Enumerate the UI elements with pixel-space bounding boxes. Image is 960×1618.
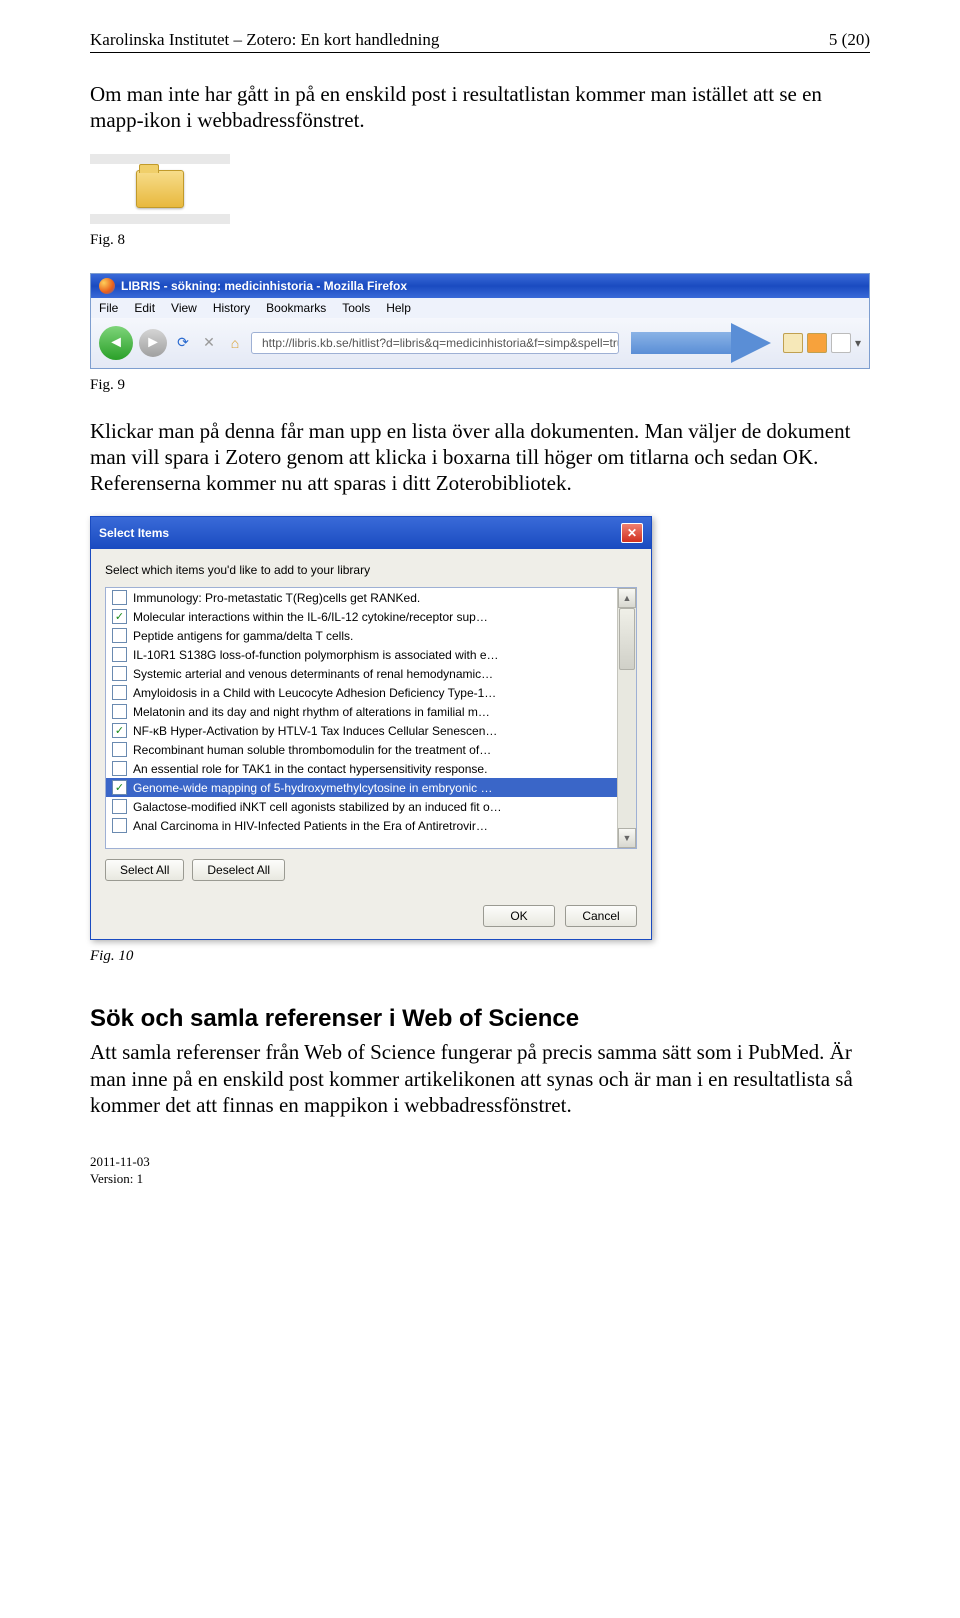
figure-8-graphic	[90, 154, 230, 224]
scroll-thumb[interactable]	[619, 608, 635, 670]
list-item[interactable]: Molecular interactions within the IL-6/I…	[106, 607, 617, 626]
list-item-label: Galactose-modified iNKT cell agonists st…	[133, 800, 502, 814]
list-item-label: Anal Carcinoma in HIV-Infected Patients …	[133, 819, 488, 833]
address-bar-right-icons: ▾	[783, 333, 861, 353]
bookmark-star-icon[interactable]	[831, 333, 851, 353]
checkbox[interactable]	[112, 609, 127, 624]
url-text: http://libris.kb.se/hitlist?d=libris&q=m…	[262, 336, 619, 350]
paragraph-1: Om man inte har gått in på en enskild po…	[90, 81, 870, 134]
checkbox[interactable]	[112, 704, 127, 719]
header-left: Karolinska Institutet – Zotero: En kort …	[90, 30, 439, 50]
stop-icon[interactable]: ✕	[199, 333, 219, 353]
menu-tools[interactable]: Tools	[342, 301, 370, 315]
firefox-titlebar: LIBRIS - sökning: medicinhistoria - Mozi…	[91, 274, 869, 298]
checkbox[interactable]	[112, 761, 127, 776]
list-item[interactable]: Amyloidosis in a Child with Leucocyte Ad…	[106, 683, 617, 702]
list-item-label: Immunology: Pro-metastatic T(Reg)cells g…	[133, 591, 420, 605]
dropdown-caret-icon[interactable]: ▾	[855, 336, 861, 350]
list-item[interactable]: NF-κB Hyper-Activation by HTLV-1 Tax Ind…	[106, 721, 617, 740]
footer-version: Version: 1	[90, 1171, 870, 1188]
checkbox[interactable]	[112, 590, 127, 605]
scroll-down-icon[interactable]: ▼	[618, 828, 636, 848]
address-bar[interactable]: http://libris.kb.se/hitlist?d=libris&q=m…	[251, 332, 619, 354]
figure-8-label: Fig. 8	[90, 232, 870, 249]
list-item-label: An essential role for TAK1 in the contac…	[133, 762, 487, 776]
list-item-label: Amyloidosis in a Child with Leucocyte Ad…	[133, 686, 496, 700]
list-item[interactable]: Peptide antigens for gamma/delta T cells…	[106, 626, 617, 645]
list-item[interactable]: An essential role for TAK1 in the contac…	[106, 759, 617, 778]
dialog-titlebar: Select Items ✕	[91, 517, 651, 549]
list-item-label: Molecular interactions within the IL-6/I…	[133, 610, 488, 624]
firefox-title: LIBRIS - sökning: medicinhistoria - Mozi…	[121, 279, 407, 293]
list-item-label: Recombinant human soluble thrombomodulin…	[133, 743, 491, 757]
header-right: 5 (20)	[829, 30, 870, 50]
cancel-button[interactable]: Cancel	[565, 905, 637, 927]
paragraph-3: Att samla referenser från Web of Science…	[90, 1039, 870, 1118]
close-button[interactable]: ✕	[621, 523, 643, 543]
list-item[interactable]: IL-10R1 S138G loss-of-function polymorph…	[106, 645, 617, 664]
checkbox[interactable]	[112, 647, 127, 662]
checkbox[interactable]	[112, 628, 127, 643]
forward-button[interactable]: ►	[139, 329, 167, 357]
reload-icon[interactable]: ⟳	[173, 333, 193, 353]
page-footer: 2011-11-03 Version: 1	[90, 1154, 870, 1188]
list-item[interactable]: Genome-wide mapping of 5-hydroxymethylcy…	[106, 778, 617, 797]
figure-10-label: Fig. 10	[90, 948, 870, 965]
section-heading: Sök och samla referenser i Web of Scienc…	[90, 1005, 870, 1033]
list-item[interactable]: Recombinant human soluble thrombomodulin…	[106, 740, 617, 759]
scroll-up-icon[interactable]: ▲	[618, 588, 636, 608]
checkbox[interactable]	[112, 723, 127, 738]
menu-view[interactable]: View	[171, 301, 197, 315]
list-item[interactable]: Immunology: Pro-metastatic T(Reg)cells g…	[106, 588, 617, 607]
select-items-dialog: Select Items ✕ Select which items you'd …	[90, 516, 652, 940]
dialog-title: Select Items	[99, 526, 169, 540]
list-item-label: Peptide antigens for gamma/delta T cells…	[133, 629, 353, 643]
list-item[interactable]: Systemic arterial and venous determinant…	[106, 664, 617, 683]
home-icon[interactable]: ⌂	[225, 333, 245, 353]
firefox-toolbar: ◄ ► ⟳ ✕ ⌂ http://libris.kb.se/hitlist?d=…	[91, 318, 869, 368]
firefox-window: LIBRIS - sökning: medicinhistoria - Mozi…	[90, 273, 870, 369]
folder-icon	[136, 170, 184, 208]
list-item-label: NF-κB Hyper-Activation by HTLV-1 Tax Ind…	[133, 724, 497, 738]
list-item-label: IL-10R1 S138G loss-of-function polymorph…	[133, 648, 499, 662]
menu-bookmarks[interactable]: Bookmarks	[266, 301, 326, 315]
checkbox[interactable]	[112, 685, 127, 700]
menu-history[interactable]: History	[213, 301, 250, 315]
select-all-button[interactable]: Select All	[105, 859, 184, 881]
menu-help[interactable]: Help	[386, 301, 411, 315]
page-header: Karolinska Institutet – Zotero: En kort …	[90, 30, 870, 53]
paragraph-2: Klickar man på denna får man upp en list…	[90, 418, 870, 497]
list-item[interactable]: Anal Carcinoma in HIV-Infected Patients …	[106, 816, 617, 835]
checkbox[interactable]	[112, 818, 127, 833]
folder-small-icon[interactable]	[783, 333, 803, 353]
ok-button[interactable]: OK	[483, 905, 555, 927]
list-item-label: Melatonin and its day and night rhythm o…	[133, 705, 490, 719]
checkbox[interactable]	[112, 799, 127, 814]
figure-9-label: Fig. 9	[90, 377, 870, 394]
back-button[interactable]: ◄	[99, 326, 133, 360]
items-listbox[interactable]: Immunology: Pro-metastatic T(Reg)cells g…	[105, 587, 637, 849]
deselect-all-button[interactable]: Deselect All	[192, 859, 285, 881]
checkbox[interactable]	[112, 780, 127, 795]
firefox-menubar[interactable]: File Edit View History Bookmarks Tools H…	[91, 298, 869, 318]
menu-file[interactable]: File	[99, 301, 118, 315]
list-item[interactable]: Galactose-modified iNKT cell agonists st…	[106, 797, 617, 816]
list-item[interactable]: Melatonin and its day and night rhythm o…	[106, 702, 617, 721]
scrollbar[interactable]: ▲ ▼	[617, 588, 636, 848]
firefox-logo-icon	[99, 278, 115, 294]
callout-arrow-icon	[631, 323, 771, 363]
menu-edit[interactable]: Edit	[134, 301, 155, 315]
footer-date: 2011-11-03	[90, 1154, 870, 1171]
dialog-instruction: Select which items you'd like to add to …	[105, 563, 637, 577]
list-item-label: Systemic arterial and venous determinant…	[133, 667, 493, 681]
checkbox[interactable]	[112, 742, 127, 757]
rss-icon[interactable]	[807, 333, 827, 353]
checkbox[interactable]	[112, 666, 127, 681]
list-item-label: Genome-wide mapping of 5-hydroxymethylcy…	[133, 781, 493, 795]
